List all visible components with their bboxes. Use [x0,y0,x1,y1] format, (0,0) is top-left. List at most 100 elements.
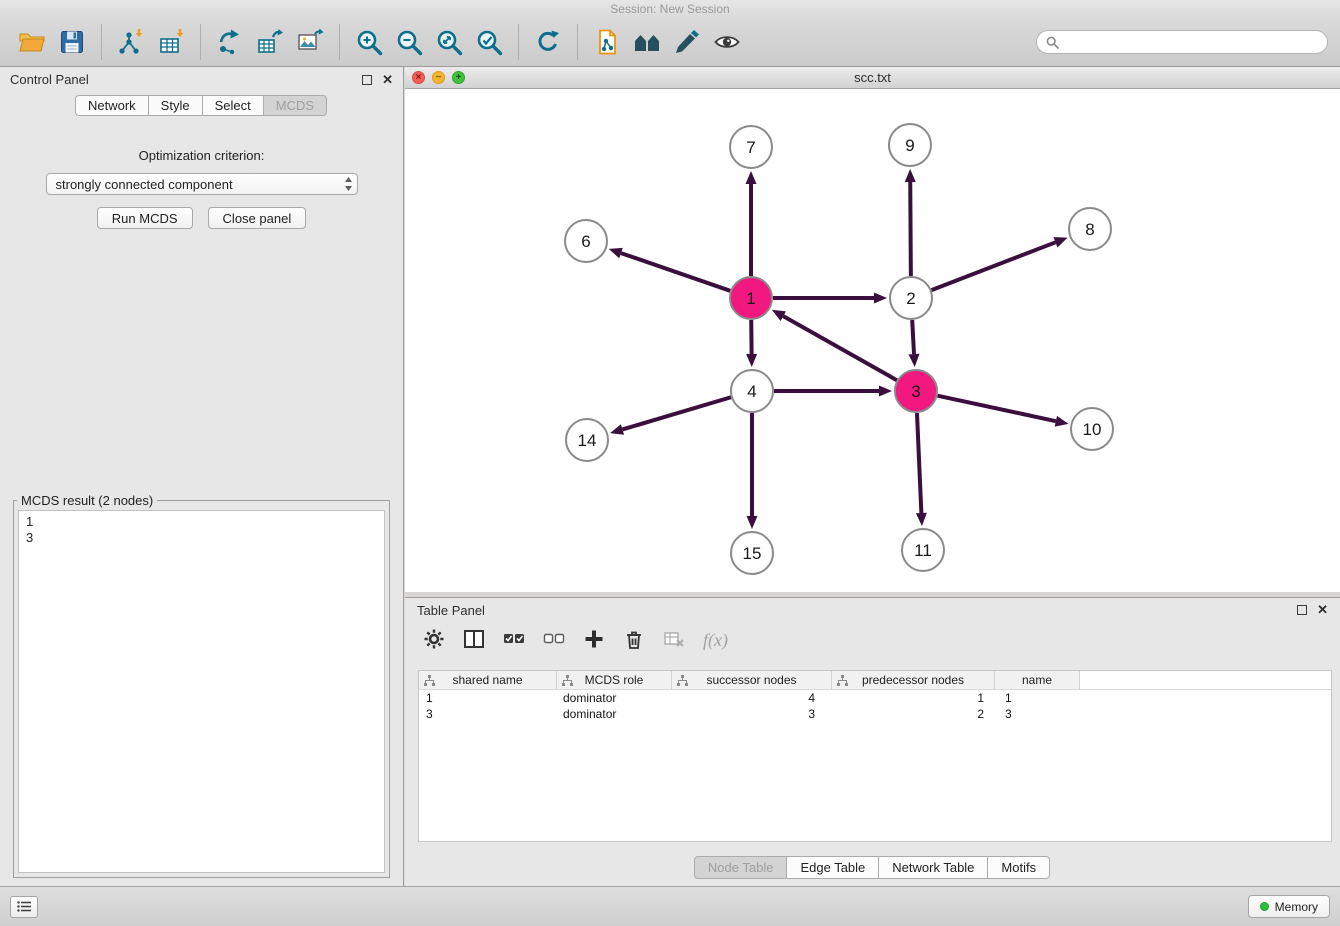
table-settings-button[interactable] [423,628,445,653]
node-table: shared name MCDS role successor nodes pr… [418,670,1332,842]
network-overview-icon [633,28,661,56]
import-network-button[interactable] [111,22,151,62]
tab-node-table[interactable]: Node Table [694,856,788,879]
toolbar-separator [518,24,519,60]
toggle-visibility-button[interactable] [707,22,747,62]
zoom-in-icon [355,28,383,56]
cell-name[interactable]: 3 [995,707,1080,721]
cell-shared-name[interactable]: 1 [419,691,557,705]
cell-successor-nodes[interactable]: 4 [672,691,832,705]
tab-network[interactable]: Network [75,95,149,116]
save-session-button[interactable] [52,22,92,62]
graph-edge-3-1[interactable] [783,316,897,380]
control-panel-float-icon[interactable] [362,75,372,85]
cell-name[interactable]: 1 [995,691,1080,705]
tab-motifs[interactable]: Motifs [987,856,1050,879]
network-overview-button[interactable] [627,22,667,62]
criterion-dropdown[interactable]: strongly connected component [46,173,358,195]
tab-mcds[interactable]: MCDS [263,95,327,116]
deselect-all-columns-button[interactable] [543,628,565,653]
delete-table-icon [663,628,685,650]
network-canvas[interactable]: 7968124314101511 [405,89,1340,592]
cell-predecessor-nodes[interactable]: 1 [832,691,995,705]
search-box[interactable] [1036,30,1328,54]
tab-select[interactable]: Select [202,95,264,116]
column-header-shared-name[interactable]: shared name [419,671,557,690]
graph-edge-4-14[interactable] [622,397,730,429]
delete-row-button[interactable] [623,628,645,653]
show-panels-button[interactable] [10,896,38,918]
save-icon [58,28,86,56]
table-row[interactable]: 1 dominator 4 1 1 [419,690,1331,706]
zoom-selected-button[interactable] [469,22,509,62]
apply-layout-button[interactable] [528,22,568,62]
zoom-in-button[interactable] [349,22,389,62]
tab-edge-table[interactable]: Edge Table [786,856,879,879]
zoom-out-button[interactable] [389,22,429,62]
graph-node-label: 4 [747,382,756,401]
table-panel-footer: Node Table Edge Table Network Table Moti… [405,848,1340,886]
run-mcds-button[interactable]: Run MCDS [97,207,193,229]
table-row[interactable]: 3 dominator 3 2 3 [419,706,1331,722]
table-panel: Table Panel ✕ [405,597,1340,886]
column-header-name[interactable]: name [995,671,1080,690]
cell-mcds-role[interactable]: dominator [557,707,672,721]
show-column-panel-button[interactable] [463,628,485,653]
mcds-buttons-row: Run MCDS Close panel [0,207,403,229]
import-table-button[interactable] [151,22,191,62]
cell-predecessor-nodes[interactable]: 2 [832,707,995,721]
graph-edge-3-10[interactable] [938,396,1056,422]
graph-edge-2-9[interactable] [910,182,911,276]
tab-style[interactable]: Style [148,95,203,116]
column-header-predecessor-nodes[interactable]: predecessor nodes [832,671,995,690]
search-input[interactable] [1065,35,1318,50]
zoom-fit-button[interactable] [429,22,469,62]
memory-button[interactable]: Memory [1248,895,1330,918]
mcds-result-item[interactable]: 1 [26,514,377,530]
network-view-window: scc.txt × − + 7968124314101511 [405,67,1340,592]
first-neighbors-button[interactable] [587,22,627,62]
node-table-header: shared name MCDS role successor nodes pr… [419,671,1331,690]
function-builder-button[interactable]: f(x) [703,630,728,651]
cell-shared-name[interactable]: 3 [419,707,557,721]
graph-edge-arrow [610,424,624,435]
graph-node-label: 8 [1085,220,1094,239]
export-image-button[interactable] [290,22,330,62]
column-header-successor-nodes[interactable]: successor nodes [672,671,832,690]
column-header-mcds-role[interactable]: MCDS role [557,671,672,690]
table-panel-float-icon[interactable] [1297,605,1307,615]
tab-network-table[interactable]: Network Table [878,856,988,879]
control-panel-close-icon[interactable]: ✕ [382,75,393,85]
graph-node-label: 10 [1083,420,1102,439]
graph-edge-1-6[interactable] [621,253,730,291]
export-network-icon [216,28,244,56]
mcds-result-list[interactable]: 1 3 [18,510,385,873]
graph-edge-3-11[interactable] [917,413,921,513]
main-toolbar [0,18,1340,67]
delete-table-button[interactable] [663,628,685,653]
search-icon [1046,36,1059,49]
graph-node-label: 2 [906,289,915,308]
export-network-button[interactable] [210,22,250,62]
add-row-button[interactable] [583,628,605,653]
column-type-icon [562,675,573,686]
open-session-button[interactable] [12,22,52,62]
export-image-icon [296,28,324,56]
export-table-button[interactable] [250,22,290,62]
cell-successor-nodes[interactable]: 3 [672,707,832,721]
application-window: Session: New Session [0,0,1340,926]
mcds-result-item[interactable]: 3 [26,530,377,546]
column-type-icon [424,675,435,686]
graph-edge-2-8[interactable] [932,242,1056,290]
network-graph[interactable]: 7968124314101511 [405,89,1340,592]
close-panel-button[interactable]: Close panel [208,207,307,229]
cell-mcds-role[interactable]: dominator [557,691,672,705]
graph-edge-2-3[interactable] [912,320,914,354]
select-all-columns-button[interactable] [503,628,525,653]
paint-style-button[interactable] [667,22,707,62]
graph-edge-arrow [609,248,623,258]
table-panel-close-icon[interactable]: ✕ [1317,605,1328,615]
graph-edge-arrow [909,354,920,367]
import-network-icon [117,28,145,56]
optimization-criterion-label: Optimization criterion: [0,148,403,163]
